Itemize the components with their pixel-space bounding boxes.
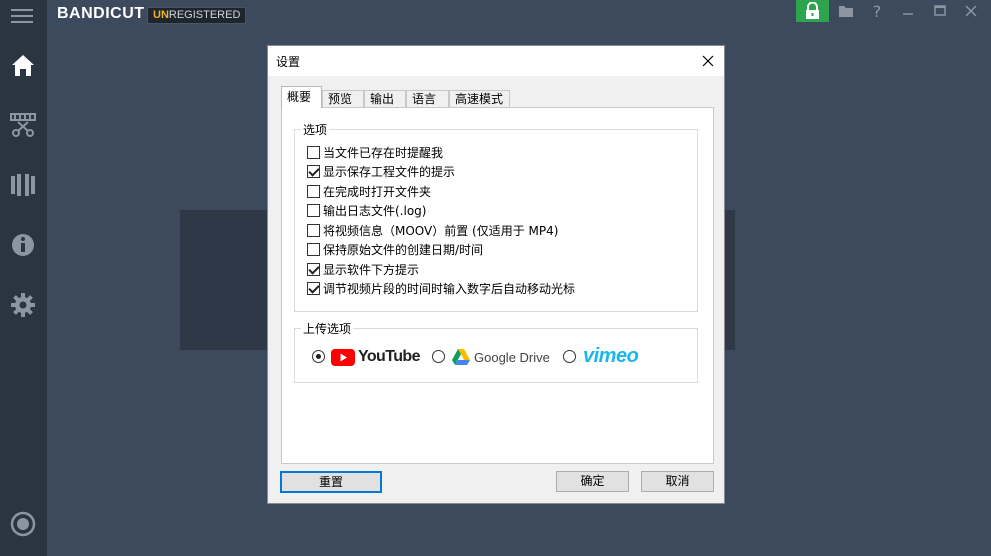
tab-high-speed-mode[interactable]: 高速模式 (449, 90, 510, 108)
youtube-logo-icon (331, 348, 355, 366)
option-keep-original-date[interactable]: 保持原始文件的创建日期/时间 (307, 241, 483, 257)
app-logo: BANDICUT (57, 5, 145, 22)
cut-icon[interactable] (8, 110, 38, 140)
ok-button[interactable]: 确定 (556, 471, 629, 492)
minimize-icon[interactable] (899, 2, 917, 20)
option-auto-move-cursor[interactable]: 调节视频片段的时间时输入数字后自动移动光标 (307, 280, 575, 296)
google-drive-option[interactable]: Google Drive (451, 346, 550, 368)
youtube-radio[interactable] (312, 350, 325, 363)
tab-general[interactable]: 概要 (281, 86, 322, 108)
google-drive-radio[interactable] (432, 350, 445, 363)
checkbox[interactable] (307, 145, 320, 159)
lock-icon (806, 2, 819, 19)
checkbox[interactable] (307, 223, 320, 237)
checkbox[interactable] (307, 281, 320, 295)
options-group-label: 选项 (301, 121, 330, 138)
options-group: 选项 当文件已存在时提醒我 显示保存工程文件的提示 在完成时打开文件夹 输出日志… (294, 121, 698, 312)
sidebar (0, 0, 47, 556)
checkbox[interactable] (307, 184, 320, 198)
tab-language[interactable]: 语言 (406, 90, 449, 108)
checkbox[interactable] (307, 242, 320, 256)
option-show-save-project-tip[interactable]: 显示保存工程文件的提示 (307, 163, 455, 179)
dialog-title-bar: 设置 (268, 46, 724, 76)
tab-panel-general: 选项 当文件已存在时提醒我 显示保存工程文件的提示 在完成时打开文件夹 输出日志… (281, 107, 714, 464)
checkbox[interactable] (307, 164, 320, 178)
option-open-folder-when-done[interactable]: 在完成时打开文件夹 (307, 183, 431, 199)
tab-output[interactable]: 输出 (364, 90, 406, 108)
unregistered-badge[interactable]: UNREGISTERED (147, 7, 247, 24)
upload-group-label: 上传选项 (301, 320, 354, 337)
option-warn-file-exists[interactable]: 当文件已存在时提醒我 (307, 144, 443, 160)
checkbox[interactable] (307, 262, 320, 276)
vimeo-radio[interactable] (563, 350, 576, 363)
cancel-button[interactable]: 取消 (641, 471, 714, 492)
vimeo-option[interactable]: vimeo (583, 344, 639, 367)
option-moov-front[interactable]: 将视频信息（MOOV）前置 (仅适用于 MP4) (307, 222, 558, 238)
option-show-bottom-tips[interactable]: 显示软件下方提示 (307, 261, 419, 277)
tab-preview[interactable]: 预览 (322, 90, 364, 108)
svg-text:?: ? (873, 2, 882, 20)
reset-button[interactable]: 重置 (280, 471, 382, 493)
register-button[interactable] (796, 0, 829, 22)
hamburger-menu-icon[interactable] (11, 6, 33, 24)
join-icon[interactable] (8, 170, 38, 200)
checkbox[interactable] (307, 203, 320, 217)
dialog-title: 设置 (276, 55, 301, 69)
help-icon[interactable]: ? (868, 2, 886, 20)
home-icon[interactable] (8, 50, 38, 80)
youtube-option[interactable]: YouTube (331, 346, 420, 368)
dialog-close-icon[interactable] (698, 51, 718, 71)
record-icon[interactable] (8, 509, 38, 539)
upload-options-group: 上传选项 YouTube Google Drive vimeo (294, 320, 698, 383)
settings-dialog: 设置 概要 预览 输出 语言 高速模式 选项 当文件已存在时提醒我 显示保存工程… (267, 45, 725, 504)
vimeo-logo: vimeo (583, 344, 639, 367)
google-drive-logo-icon (452, 349, 470, 365)
info-icon[interactable] (8, 230, 38, 260)
gear-icon[interactable] (8, 290, 38, 320)
folder-icon[interactable] (837, 2, 855, 20)
maximize-icon[interactable] (931, 2, 949, 20)
title-bar: BANDICUT UNREGISTERED ? (47, 0, 991, 28)
option-output-log-file[interactable]: 输出日志文件(.log) (307, 202, 426, 218)
close-icon[interactable] (962, 2, 980, 20)
